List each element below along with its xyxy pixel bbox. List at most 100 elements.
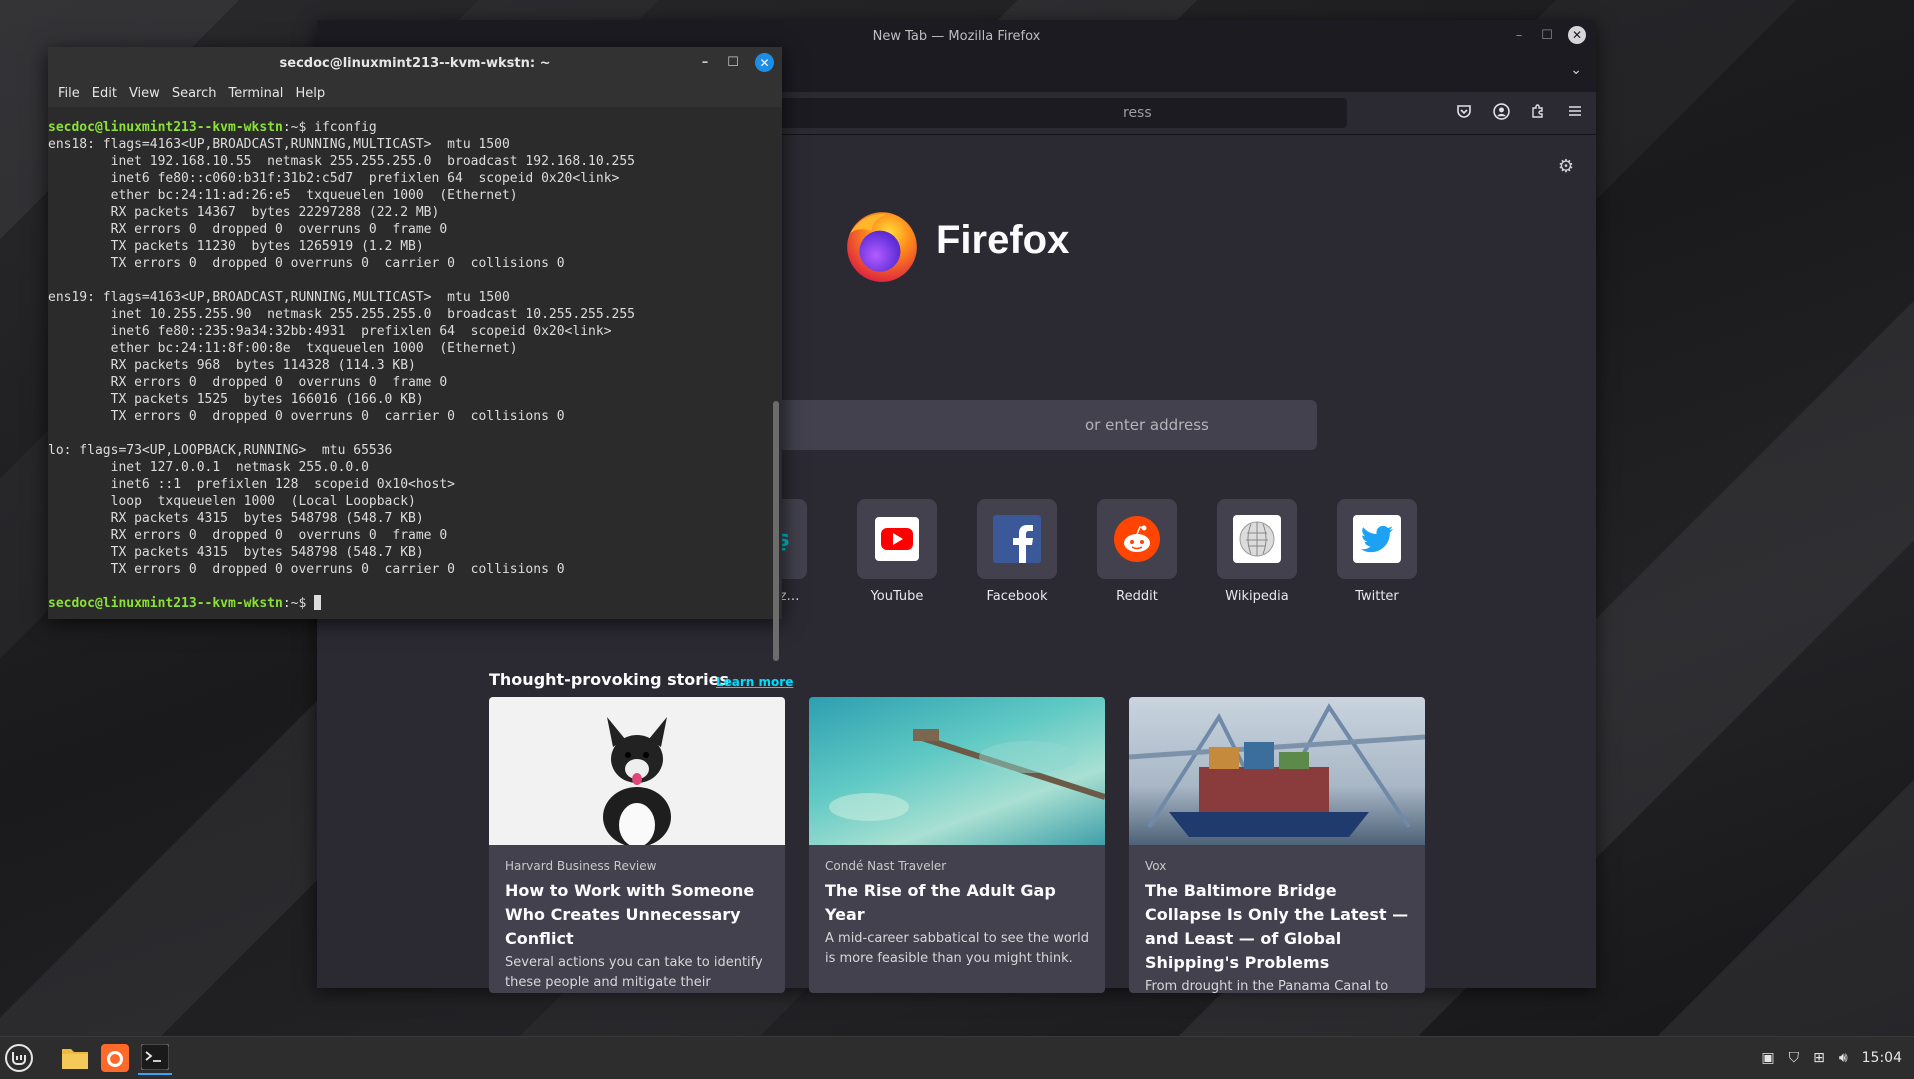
story-card[interactable]: Condé Nast Traveler The Rise of the Adul… xyxy=(809,697,1105,993)
shortcut-label: Twitter xyxy=(1355,589,1399,604)
terminal-output-line: inet 10.255.255.90 netmask 255.255.255.0… xyxy=(48,307,635,322)
story-description: From drought in the Panama Canal to the … xyxy=(1145,979,1389,993)
story-source: Vox xyxy=(1145,859,1167,873)
taskbar-terminal[interactable] xyxy=(138,1041,172,1075)
terminal-output-line: TX errors 0 dropped 0 overruns 0 carrier… xyxy=(48,256,565,271)
shortcut-label: YouTube xyxy=(870,589,924,604)
shortcut-label: Facebook xyxy=(986,589,1048,604)
search-placeholder: or enter address xyxy=(1085,416,1209,434)
terminal-icon xyxy=(141,1044,169,1070)
story-image-dog xyxy=(489,697,785,847)
terminal-prompt-suffix: :~$ xyxy=(282,596,315,611)
terminal-output-line: RX packets 4315 bytes 548798 (548.7 KB) xyxy=(48,511,424,526)
menu-search[interactable]: Search xyxy=(166,86,223,101)
account-icon[interactable] xyxy=(1493,103,1510,124)
shortcut-reddit[interactable]: Reddit xyxy=(1089,499,1185,604)
terminal-output-line: inet6 fe80::235:9a34:32bb:4931 prefixlen… xyxy=(48,324,612,339)
story-card[interactable]: Vox The Baltimore Bridge Collapse Is Onl… xyxy=(1129,697,1425,993)
terminal-menubar: File Edit View Search Terminal Help xyxy=(48,79,782,107)
shortcut-twitter[interactable]: Twitter xyxy=(1329,499,1425,604)
clipboard-icon[interactable]: ▣ xyxy=(1761,1050,1774,1066)
clock[interactable]: 15:04 xyxy=(1862,1050,1902,1066)
terminal-output-line: TX errors 0 dropped 0 overruns 0 carrier… xyxy=(48,562,565,577)
firefox-window-title: New Tab — Mozilla Firefox xyxy=(872,28,1041,44)
terminal-output-line: loop txqueuelen 1000 (Local Loopback) xyxy=(48,494,416,509)
shortcut-wikipedia[interactable]: Wikipedia xyxy=(1209,499,1305,604)
terminal-output-line: inet6 fe80::c060:b31f:31b2:c5d7 prefixle… xyxy=(48,171,620,186)
terminal-prompt-suffix: :~$ xyxy=(282,120,315,135)
story-card[interactable]: Harvard Business Review How to Work with… xyxy=(489,697,785,993)
terminal-output-line: RX packets 968 bytes 114328 (114.3 KB) xyxy=(48,358,416,373)
taskbar-firefox[interactable] xyxy=(98,1041,132,1075)
terminal-prompt: secdoc@linuxmint213--kvm-wkstn xyxy=(48,596,283,611)
linux-mint-icon xyxy=(5,1044,33,1072)
terminal-output-line: ether bc:24:11:8f:00:8e txqueuelen 1000 … xyxy=(48,341,518,356)
terminal-output-line: RX errors 0 dropped 0 overruns 0 frame 0 xyxy=(48,375,448,390)
maximize-icon[interactable]: ☐ xyxy=(1540,28,1554,43)
stories-heading: Thought-provoking stories xyxy=(489,670,730,689)
menu-icon[interactable] xyxy=(1567,103,1583,123)
gear-icon[interactable]: ⚙ xyxy=(1558,156,1574,177)
firefox-icon xyxy=(101,1044,129,1072)
extensions-icon[interactable] xyxy=(1530,103,1546,123)
folder-icon xyxy=(62,1049,88,1069)
menu-view[interactable]: View xyxy=(123,86,166,101)
terminal-output-line: RX errors 0 dropped 0 overruns 0 frame 0 xyxy=(48,222,448,237)
close-icon[interactable]: ✕ xyxy=(755,53,774,72)
shortcut-youtube[interactable]: YouTube xyxy=(849,499,945,604)
story-title: The Rise of the Adult Gap Year xyxy=(825,881,1056,924)
terminal-output-line: inet 192.168.10.55 netmask 255.255.255.0… xyxy=(48,154,635,169)
terminal-scrollbar[interactable] xyxy=(773,401,779,661)
terminal-command: ifconfig xyxy=(314,120,377,135)
story-description: A mid-career sabbatical to see the world… xyxy=(825,931,1090,966)
shortcut-facebook[interactable]: Facebook xyxy=(969,499,1065,604)
learn-more-link[interactable]: Learn more xyxy=(716,675,793,689)
terminal-output-line: inet6 ::1 prefixlen 128 scopeid 0x10<hos… xyxy=(48,477,455,492)
terminal-output[interactable]: secdoc@linuxmint213--kvm-wkstn:~$ ifconf… xyxy=(48,115,770,619)
story-source: Condé Nast Traveler xyxy=(825,859,947,873)
story-source: Harvard Business Review xyxy=(505,859,657,873)
shortcut-label: Reddit xyxy=(1116,589,1158,604)
terminal-command-line: secdoc@linuxmint213--kvm-wkstn:~$ ifconf… xyxy=(48,119,770,136)
menu-file[interactable]: File xyxy=(52,86,86,101)
terminal-output-line: lo: flags=73<UP,LOOPBACK,RUNNING> mtu 65… xyxy=(48,443,393,458)
chevron-down-icon[interactable]: ⌄ xyxy=(1570,62,1582,78)
maximize-icon[interactable]: ☐ xyxy=(727,55,739,70)
menu-help[interactable]: Help xyxy=(289,86,331,101)
terminal-output-line: inet 127.0.0.1 netmask 255.0.0.0 xyxy=(48,460,369,475)
youtube-icon xyxy=(875,517,919,561)
terminal-output-line: TX errors 0 dropped 0 overruns 0 carrier… xyxy=(48,409,565,424)
firefox-brand-text: Firefox xyxy=(936,218,1070,262)
close-icon[interactable]: ✕ xyxy=(1568,26,1586,44)
taskbar: ▣ ⛉ ⊞ 🔊︎ 15:04 xyxy=(0,1036,1914,1079)
terminal-output-line: TX packets 4315 bytes 548798 (548.7 KB) xyxy=(48,545,424,560)
minimize-icon[interactable]: – xyxy=(1512,28,1526,43)
volume-icon[interactable]: 🔊︎ xyxy=(1839,1050,1848,1066)
story-description: Several actions you can take to identify… xyxy=(505,955,763,990)
minimize-icon[interactable]: – xyxy=(699,55,711,70)
pocket-icon[interactable] xyxy=(1456,103,1472,123)
terminal-cursor xyxy=(314,595,322,610)
terminal-output-line: ens18: flags=4163<UP,BROADCAST,RUNNING,M… xyxy=(48,137,510,152)
twitter-icon xyxy=(1353,515,1401,563)
shield-icon[interactable]: ⛉ xyxy=(1789,1050,1800,1066)
terminal-output-line: TX packets 1525 bytes 166016 (166.0 KB) xyxy=(48,392,424,407)
terminal-titlebar[interactable]: secdoc@linuxmint213--kvm-wkstn: ~ – ☐ ✕ xyxy=(48,47,782,79)
terminal-window: secdoc@linuxmint213--kvm-wkstn: ~ – ☐ ✕ … xyxy=(48,47,782,661)
taskbar-files[interactable] xyxy=(58,1041,92,1075)
terminal-output-line: RX packets 14367 bytes 22297288 (22.2 MB… xyxy=(48,205,440,220)
menu-edit[interactable]: Edit xyxy=(86,86,123,101)
terminal-window-title: secdoc@linuxmint213--kvm-wkstn: ~ xyxy=(279,55,551,71)
wikipedia-icon xyxy=(1233,515,1281,563)
shortcut-label: Wikipedia xyxy=(1225,589,1289,604)
network-icon[interactable]: ⊞ xyxy=(1813,1050,1825,1066)
mint-menu-button[interactable] xyxy=(2,1041,36,1075)
menu-terminal[interactable]: Terminal xyxy=(222,86,289,101)
url-bar-placeholder: ress xyxy=(1123,105,1152,121)
story-title: The Baltimore Bridge Collapse Is Only th… xyxy=(1145,881,1409,972)
story-image-ship xyxy=(1129,697,1425,845)
reddit-icon xyxy=(1114,516,1160,562)
terminal-prompt: secdoc@linuxmint213--kvm-wkstn xyxy=(48,120,283,135)
